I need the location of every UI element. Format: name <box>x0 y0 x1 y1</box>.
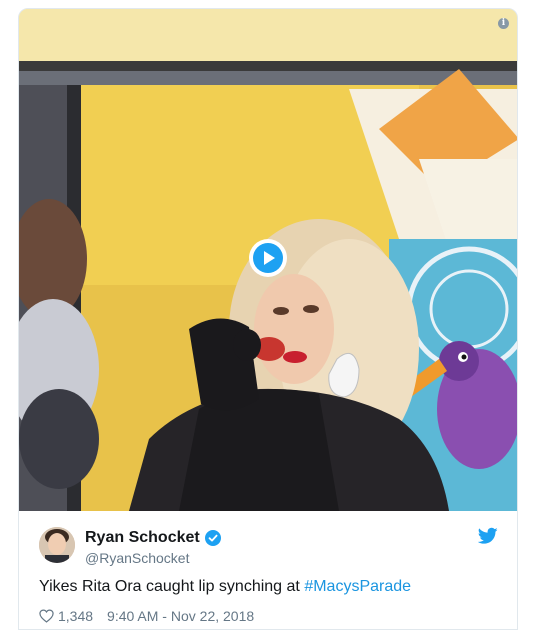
tweet-separator: - <box>158 608 171 624</box>
avatar[interactable] <box>39 527 75 563</box>
tweet-date: Nov 22, 2018 <box>170 608 255 624</box>
hashtag-link[interactable]: #MacysParade <box>304 578 411 595</box>
play-icon <box>253 243 283 273</box>
embedded-tweet-card: i Ryan Schocket @RyanSchocket Yikes Rita… <box>18 8 518 630</box>
verified-badge-icon <box>205 530 221 546</box>
tweet-meta: 1,348 9:40 AM - Nov 22, 2018 <box>39 607 254 625</box>
tweet-footer: Ryan Schocket @RyanSchocket Yikes Rita O… <box>19 511 517 629</box>
author-handle[interactable]: @RyanSchocket <box>85 550 189 566</box>
tweet-timestamp[interactable]: 9:40 AM - Nov 22, 2018 <box>107 607 254 625</box>
tweet-text: Yikes Rita Ora caught lip synching at #M… <box>39 577 411 597</box>
tweet-text-body: Yikes Rita Ora caught lip synching at <box>39 578 305 595</box>
tweet-time: 9:40 AM <box>107 608 159 624</box>
author-name[interactable]: Ryan Schocket <box>85 529 200 547</box>
video-thumbnail[interactable]: i <box>19 9 517 511</box>
like-count[interactable]: 1,348 <box>58 607 93 625</box>
twitter-bird-icon[interactable] <box>478 527 498 545</box>
info-icon[interactable]: i <box>498 18 509 29</box>
avatar-image <box>39 527 75 563</box>
play-button[interactable] <box>249 239 287 277</box>
heart-icon[interactable] <box>39 609 54 623</box>
